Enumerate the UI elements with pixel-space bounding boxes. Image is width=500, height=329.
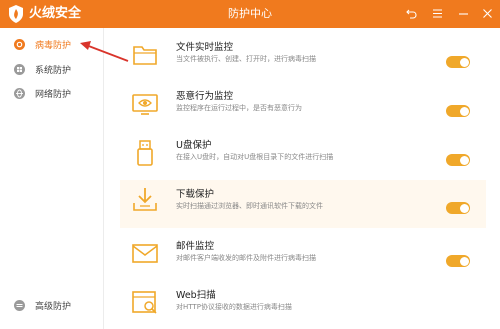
sidebar-item-advanced-protection[interactable]: 高级防护 (14, 295, 71, 315)
window-title: 防护中心 (228, 7, 272, 20)
protection-row-web-scan: Web扫描 对HTTP协议接收的数据进行病毒扫描 (122, 284, 484, 329)
protection-desc: 实时扫描通过浏览器、即时通讯软件下载的文件 (176, 202, 323, 210)
protection-row-usb: U盘保护 在接入U盘时，自动对U盘根目录下的文件进行扫描 (122, 134, 484, 180)
sidebar-item-virus-protection[interactable]: 病毒防护 (14, 34, 71, 54)
protection-title: 下载保护 (176, 189, 215, 200)
mail-toggle[interactable] (446, 255, 470, 267)
protection-title: 邮件监控 (176, 241, 215, 252)
minimize-icon[interactable] (456, 6, 470, 20)
protection-row-download: 下载保护 实时扫描通过浏览器、即时通讯软件下载的文件 (120, 180, 486, 228)
protection-list: 文件实时监控 当文件被执行、创建、打开时，进行病毒扫描 恶意行为监控 监控程序在… (104, 28, 500, 329)
protection-title: Web扫描 (176, 290, 216, 301)
web-scan-icon (132, 291, 157, 314)
sidebar-item-label: 系统防护 (35, 65, 72, 76)
layers-icon (14, 299, 25, 311)
protection-desc: 在接入U盘时，自动对U盘根目录下的文件进行扫描 (176, 153, 334, 161)
usb-toggle[interactable] (446, 154, 470, 166)
protection-desc: 对HTTP协议接收的数据进行病毒扫描 (176, 303, 292, 311)
protection-desc: 当文件被执行、创建、打开时，进行病毒扫描 (176, 55, 316, 63)
folder-icon (133, 46, 157, 65)
protection-row-file-monitor: 文件实时监控 当文件被执行、创建、打开时，进行病毒扫描 (122, 36, 484, 82)
protection-desc: 对邮件客户端收发的邮件及附件进行病毒扫描 (176, 254, 316, 262)
globe-icon (14, 87, 25, 99)
mail-icon (132, 244, 158, 263)
sidebar-item-system-protection[interactable]: 系统防护 (14, 59, 71, 79)
download-icon (133, 188, 157, 211)
download-toggle[interactable] (446, 202, 470, 214)
sidebar-item-label: 高级防护 (35, 301, 72, 312)
protection-row-mail: 邮件监控 对邮件客户端收发的邮件及附件进行病毒扫描 (122, 235, 484, 281)
protection-title: 文件实时监控 (176, 42, 234, 53)
file-monitor-toggle[interactable] (446, 56, 470, 68)
protection-title: U盘保护 (176, 140, 212, 151)
shield-icon (14, 38, 25, 50)
menu-icon[interactable] (430, 6, 444, 20)
sidebar-item-label: 病毒防护 (35, 40, 72, 51)
protection-desc: 监控程序在运行过程中，是否有恶意行为 (176, 104, 302, 112)
behavior-monitor-toggle[interactable] (446, 105, 470, 117)
close-icon[interactable] (480, 6, 494, 20)
undo-icon[interactable] (404, 6, 418, 20)
title-bar: 火绒安全 防护中心 (0, 0, 500, 28)
sidebar: 病毒防护 系统防护 网络防护 高级防护 (0, 28, 104, 329)
sidebar-item-label: 网络防护 (35, 89, 72, 100)
sidebar-item-network-protection[interactable]: 网络防护 (14, 83, 71, 103)
protection-title: 恶意行为监控 (176, 91, 234, 102)
protection-row-behavior-monitor: 恶意行为监控 监控程序在运行过程中，是否有恶意行为 (122, 85, 484, 131)
monitor-eye-icon (132, 94, 158, 115)
usb-icon (137, 140, 153, 166)
windows-icon (14, 63, 25, 75)
